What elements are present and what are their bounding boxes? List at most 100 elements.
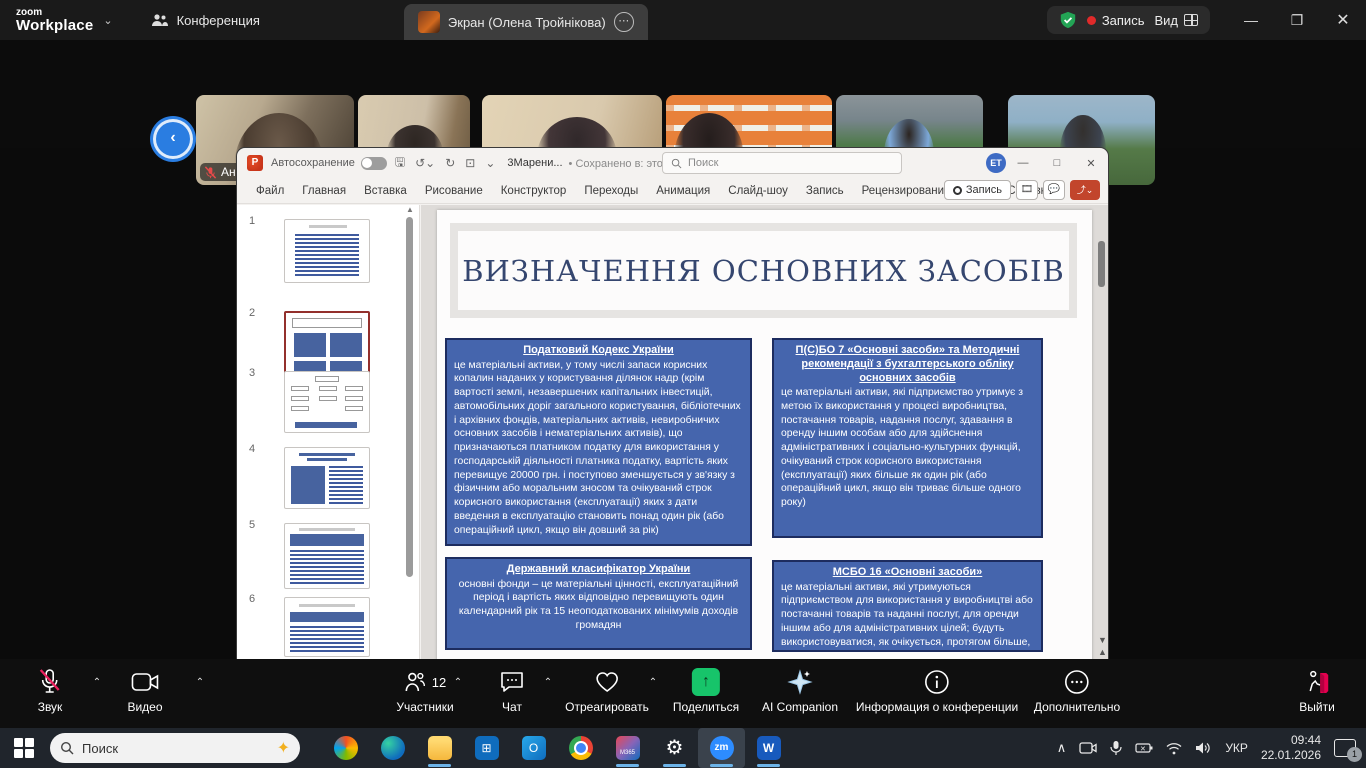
ribbon-tab-bar: Файл Главная Вставка Рисование Конструкт… <box>237 178 1108 204</box>
ribbon-tab-file[interactable]: Файл <box>247 185 293 197</box>
taskbar-search-box[interactable]: Поиск ✦ <box>50 733 300 763</box>
audio-options-chevron[interactable]: ⌃ <box>93 677 101 688</box>
video-options-chevron[interactable]: ⌃ <box>196 677 204 688</box>
ppt-maximize-button[interactable]: □ <box>1040 157 1074 169</box>
taskbar-zoom-icon[interactable]: zm <box>698 728 745 768</box>
security-shield-icon[interactable] <box>1059 11 1077 29</box>
ribbon-tab-design[interactable]: Конструктор <box>492 185 576 197</box>
tray-time: 09:44 <box>1261 733 1321 748</box>
slide-number: 5 <box>249 519 255 531</box>
chevron-down-icon[interactable]: ⌄ <box>103 14 112 27</box>
ribbon-tab-home[interactable]: Главная <box>293 185 355 197</box>
slide-thumbnail-4[interactable] <box>284 447 370 509</box>
autosave-toggle[interactable] <box>361 157 387 170</box>
ai-companion-button[interactable]: AI Companion <box>762 667 838 714</box>
next-slide-icon[interactable]: ▲ <box>1098 647 1107 657</box>
ppt-minimize-button[interactable]: — <box>1006 157 1040 169</box>
tray-battery-icon[interactable]: ✕ <box>1135 742 1153 754</box>
react-options-chevron[interactable]: ⌃ <box>649 677 657 688</box>
tab-options-icon[interactable]: ⋯ <box>614 12 634 32</box>
ppt-share-button[interactable]: ⤴⌄ <box>1070 180 1100 200</box>
more-button[interactable]: Дополнительно <box>1034 667 1120 714</box>
slide-thumbnail-1[interactable] <box>284 219 370 283</box>
hidden-icons-chevron[interactable]: ∧ <box>1057 740 1067 756</box>
ppt-close-button[interactable]: ✕ <box>1074 157 1108 170</box>
slide-panel-scrollbar[interactable]: ▲ <box>406 209 413 589</box>
tray-mic-icon[interactable] <box>1110 740 1122 756</box>
mute-button[interactable]: Звук <box>38 667 63 714</box>
slide-thumbnail-2[interactable] <box>284 311 370 379</box>
definition-box-psbo7[interactable]: П(С)БО 7 «Основні засоби» та Методичні р… <box>772 338 1043 538</box>
info-icon <box>924 669 950 695</box>
taskbar-chrome-icon[interactable] <box>557 728 604 768</box>
windows-taskbar: Поиск ✦ ⊞ O M365 ⚙ zm W ∧ ✕ УКР 09:44 22… <box>0 728 1366 768</box>
share-screen-button[interactable]: ↑ Поделиться <box>673 667 739 714</box>
leave-meeting-button[interactable]: Выйти <box>1299 667 1335 714</box>
notification-center-icon[interactable]: 1 <box>1334 739 1356 757</box>
view-button[interactable]: Вид <box>1154 13 1198 28</box>
ribbon-tab-record[interactable]: Запись <box>797 185 853 197</box>
definition-box-classifier[interactable]: Державний класифікатор України основні ф… <box>445 557 752 650</box>
taskbar-file-explorer-icon[interactable] <box>416 728 463 768</box>
chat-label: Чат <box>502 700 522 714</box>
ribbon-tab-insert[interactable]: Вставка <box>355 185 416 197</box>
redo-icon[interactable]: ↻ <box>445 156 455 170</box>
taskbar-store-icon[interactable]: ⊞ <box>463 728 510 768</box>
tray-camera-icon[interactable] <box>1079 741 1097 755</box>
ppt-record-button[interactable]: Запись <box>944 180 1011 200</box>
undo-icon[interactable]: ↺⌄ <box>415 156 435 170</box>
tab-shared-screen[interactable]: Экран (Олена Тройнікова) ⋯ <box>404 4 648 40</box>
taskbar-edge-icon[interactable] <box>369 728 416 768</box>
ai-sparkle-icon <box>787 669 813 695</box>
chat-options-chevron[interactable]: ⌃ <box>544 677 552 688</box>
ribbon-tab-transitions[interactable]: Переходы <box>575 185 647 197</box>
mic-muted-icon <box>38 668 62 696</box>
definition-box-msbo16[interactable]: МСБО 16 «Основні засоби» це матеріальні … <box>772 560 1043 652</box>
mute-label: Звук <box>38 700 63 714</box>
ribbon-tab-slideshow[interactable]: Слайд-шоу <box>719 185 797 197</box>
react-button[interactable]: Отреагировать <box>565 667 649 714</box>
taskbar-outlook-icon[interactable]: O <box>510 728 557 768</box>
slide-vertical-scrollbar[interactable]: ▼ ▲ <box>1098 205 1106 659</box>
slideshow-display-icon[interactable]: ⊡ <box>465 156 475 170</box>
ribbon-tab-draw[interactable]: Рисование <box>416 185 492 197</box>
chat-button[interactable]: Чат <box>499 667 525 714</box>
close-button[interactable]: ✕ <box>1320 10 1366 30</box>
meeting-info-label: Информация о конференции <box>856 700 1018 714</box>
video-button[interactable]: Видео <box>127 667 162 714</box>
slide-thumbnail-6[interactable] <box>284 597 370 657</box>
ribbon-tab-animations[interactable]: Анимация <box>647 185 719 197</box>
taskbar-clock[interactable]: 09:44 22.01.2026 <box>1261 733 1321 763</box>
slide-thumbnail-3[interactable] <box>284 371 370 433</box>
taskbar-m365-icon[interactable]: M365 <box>604 728 651 768</box>
current-slide[interactable]: ВИЗНАЧЕННЯ ОСНОВНИХ ЗАСОБІВ Податковий К… <box>437 210 1092 659</box>
scroll-left-button[interactable]: ‹ <box>156 122 190 156</box>
start-button[interactable] <box>14 738 34 758</box>
meeting-info-button[interactable]: Информация о конференции <box>856 667 1018 714</box>
tray-speaker-icon[interactable] <box>1195 741 1212 755</box>
scroll-down-icon[interactable]: ▼ <box>1098 635 1107 645</box>
camera-button[interactable]: 🎞 <box>1016 180 1038 200</box>
taskbar-copilot-icon[interactable] <box>322 728 369 768</box>
language-indicator[interactable]: УКР <box>1225 741 1248 755</box>
comments-button[interactable]: 💬 <box>1043 180 1065 200</box>
participants-options-chevron[interactable]: ⌃ <box>454 677 462 688</box>
tray-wifi-icon[interactable] <box>1166 742 1182 755</box>
qat-customize-icon[interactable]: ⌄ <box>485 156 495 170</box>
recording-indicator[interactable]: Запись <box>1087 13 1145 28</box>
scrollbar-thumb[interactable] <box>406 217 413 577</box>
taskbar-settings-icon[interactable]: ⚙ <box>651 728 698 768</box>
participants-button[interactable]: 12 Участники <box>396 667 453 714</box>
scroll-up-icon[interactable]: ▲ <box>406 205 414 214</box>
restore-button[interactable]: ❐ <box>1274 12 1320 29</box>
scrollbar-thumb[interactable] <box>1098 241 1105 287</box>
taskbar-word-icon[interactable]: W <box>745 728 792 768</box>
powerpoint-title-bar: P Автосохранение 🖫 ↺⌄ ↻ ⊡ ⌄ 3Марени... •… <box>237 148 1108 178</box>
user-avatar[interactable]: ЕТ <box>986 153 1006 173</box>
save-icon[interactable]: 🖫 <box>395 153 405 174</box>
definition-box-tax-code[interactable]: Податковий Кодекс України це матеріальні… <box>445 338 752 546</box>
ppt-search-box[interactable]: Поиск <box>662 152 902 174</box>
minimize-button[interactable]: — <box>1228 12 1274 28</box>
tab-meeting[interactable]: Конференция <box>137 0 274 40</box>
slide-thumbnail-5[interactable] <box>284 523 370 589</box>
